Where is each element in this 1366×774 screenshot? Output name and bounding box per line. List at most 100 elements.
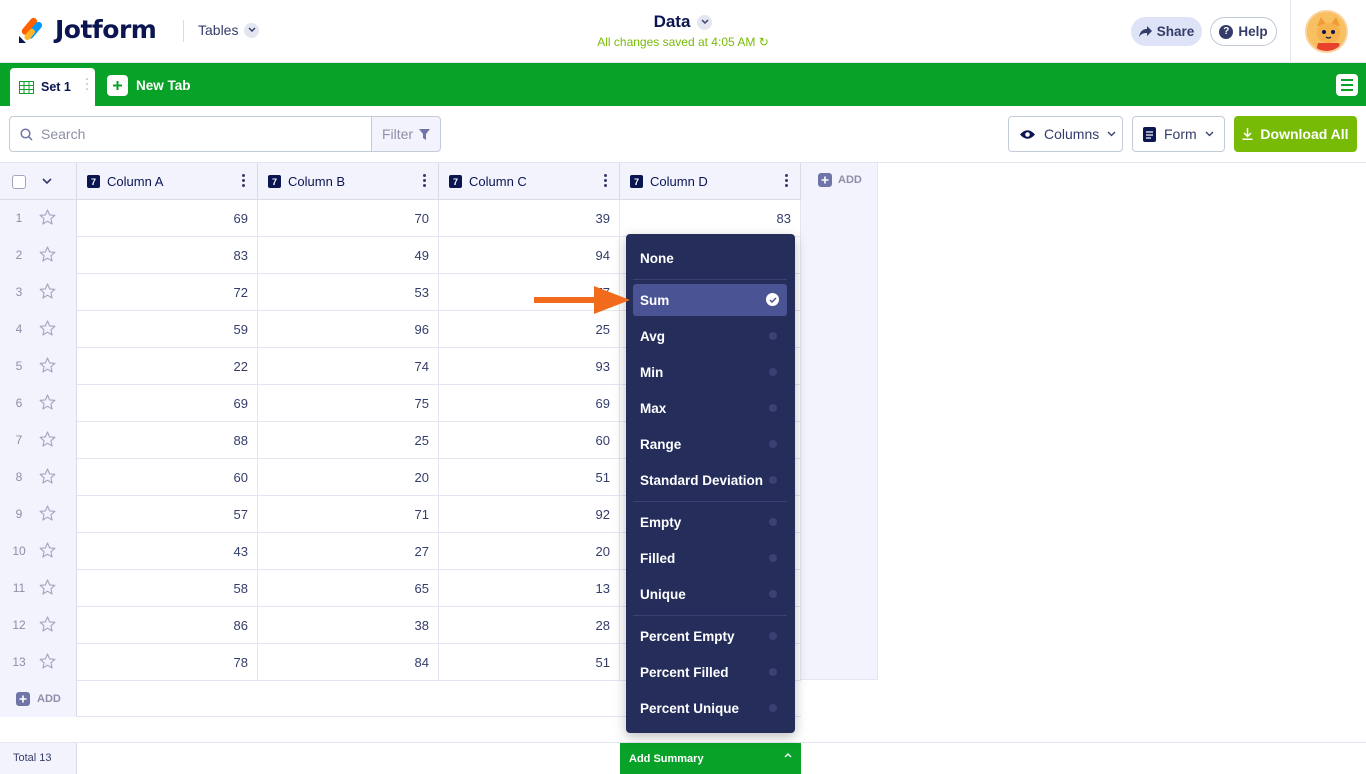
cell-column-c[interactable]: 51 bbox=[439, 459, 620, 496]
summary-option-empty[interactable]: Empty bbox=[633, 506, 787, 538]
add-column-button[interactable]: ADD bbox=[818, 173, 862, 187]
cell-column-b[interactable]: 49 bbox=[258, 237, 439, 274]
cell-column-b[interactable]: 27 bbox=[258, 533, 439, 570]
cell-column-b[interactable]: 20 bbox=[258, 459, 439, 496]
page-title[interactable]: Data bbox=[654, 12, 713, 32]
cell-column-a[interactable]: 69 bbox=[77, 385, 258, 422]
cell-column-a[interactable]: 58 bbox=[77, 570, 258, 607]
star-icon[interactable] bbox=[39, 209, 56, 228]
cell-column-a[interactable]: 43 bbox=[77, 533, 258, 570]
star-icon[interactable] bbox=[39, 579, 56, 598]
cell-column-a[interactable]: 78 bbox=[77, 644, 258, 681]
row-number-cell: 6 bbox=[0, 385, 77, 422]
tab-options-icon[interactable]: · · · bbox=[85, 75, 89, 96]
search-input[interactable]: Search bbox=[9, 116, 372, 152]
cell-column-a[interactable]: 57 bbox=[77, 496, 258, 533]
column-menu-icon[interactable] bbox=[785, 174, 788, 187]
cell-column-b[interactable]: 53 bbox=[258, 274, 439, 311]
cell-column-c[interactable]: 13 bbox=[439, 570, 620, 607]
cell-column-c[interactable]: 39 bbox=[439, 200, 620, 237]
cell-column-c[interactable]: 69 bbox=[439, 385, 620, 422]
filter-button[interactable]: Filter bbox=[371, 116, 441, 152]
cell-column-c[interactable]: 20 bbox=[439, 533, 620, 570]
column-header-d[interactable]: 7 Column D bbox=[620, 163, 801, 200]
star-icon[interactable] bbox=[39, 283, 56, 302]
select-all-checkbox[interactable] bbox=[12, 174, 26, 189]
cell-column-a[interactable]: 72 bbox=[77, 274, 258, 311]
summary-option-sum[interactable]: Sum bbox=[633, 284, 787, 316]
cell-column-b[interactable]: 70 bbox=[258, 200, 439, 237]
download-all-button[interactable]: Download All bbox=[1234, 116, 1357, 152]
star-icon[interactable] bbox=[39, 468, 56, 487]
cell-column-a[interactable]: 86 bbox=[77, 607, 258, 644]
cell-column-b[interactable]: 74 bbox=[258, 348, 439, 385]
summary-option-percent-unique[interactable]: Percent Unique bbox=[633, 692, 787, 724]
cell-column-c[interactable]: 60 bbox=[439, 422, 620, 459]
tables-dropdown[interactable]: Tables bbox=[198, 22, 260, 38]
column-menu-icon[interactable] bbox=[423, 174, 426, 187]
star-icon[interactable] bbox=[39, 542, 56, 561]
star-icon[interactable] bbox=[39, 357, 56, 376]
eye-icon bbox=[1020, 129, 1035, 139]
summary-option-range[interactable]: Range bbox=[633, 428, 787, 460]
summary-option-min[interactable]: Min bbox=[633, 356, 787, 388]
help-button[interactable]: ? Help bbox=[1210, 17, 1277, 46]
star-icon[interactable] bbox=[39, 616, 56, 635]
cell-column-c[interactable]: 28 bbox=[439, 607, 620, 644]
tab-set-1[interactable]: Set 1 · · · bbox=[10, 68, 95, 106]
summary-option-percent-filled[interactable]: Percent Filled bbox=[633, 656, 787, 688]
column-menu-icon[interactable] bbox=[242, 174, 245, 187]
summary-option-label: Filled bbox=[640, 551, 676, 566]
table-row[interactable]: 1 69 70 39 83 bbox=[0, 200, 801, 237]
column-menu-icon[interactable] bbox=[604, 174, 607, 187]
columns-button[interactable]: Columns bbox=[1008, 116, 1123, 152]
summary-option-max[interactable]: Max bbox=[633, 392, 787, 424]
radio-dot-icon bbox=[769, 554, 777, 562]
cell-column-a[interactable]: 83 bbox=[77, 237, 258, 274]
cell-column-b[interactable]: 65 bbox=[258, 570, 439, 607]
summary-option-filled[interactable]: Filled bbox=[633, 542, 787, 574]
add-summary-button[interactable]: Add Summary bbox=[620, 743, 801, 774]
cell-column-a[interactable]: 59 bbox=[77, 311, 258, 348]
star-icon[interactable] bbox=[39, 394, 56, 413]
cell-column-c[interactable]: 51 bbox=[439, 644, 620, 681]
cell-column-a[interactable]: 88 bbox=[77, 422, 258, 459]
row-number-cell: 12 bbox=[0, 607, 77, 644]
jotform-logo[interactable]: Jotform bbox=[17, 14, 157, 44]
hamburger-menu-icon[interactable] bbox=[1336, 74, 1358, 96]
star-icon[interactable] bbox=[39, 320, 56, 339]
summary-option-standard-deviation[interactable]: Standard Deviation bbox=[633, 464, 787, 496]
share-button[interactable]: Share bbox=[1131, 17, 1202, 46]
cell-column-b[interactable]: 38 bbox=[258, 607, 439, 644]
cell-column-d[interactable]: 83 bbox=[620, 200, 801, 237]
cell-column-b[interactable]: 96 bbox=[258, 311, 439, 348]
cell-column-c[interactable]: 92 bbox=[439, 496, 620, 533]
cell-column-c[interactable]: 25 bbox=[439, 311, 620, 348]
star-icon[interactable] bbox=[39, 505, 56, 524]
chevron-down-icon[interactable] bbox=[42, 178, 52, 185]
avatar[interactable] bbox=[1305, 10, 1348, 53]
cell-column-c[interactable]: 94 bbox=[439, 237, 620, 274]
cell-column-a[interactable]: 69 bbox=[77, 200, 258, 237]
summary-option-none[interactable]: None bbox=[633, 242, 787, 274]
cell-column-b[interactable]: 75 bbox=[258, 385, 439, 422]
column-header-a[interactable]: 7 Column A bbox=[77, 163, 258, 200]
cell-column-a[interactable]: 22 bbox=[77, 348, 258, 385]
cell-column-b[interactable]: 71 bbox=[258, 496, 439, 533]
star-icon[interactable] bbox=[39, 431, 56, 450]
cell-column-a[interactable]: 60 bbox=[77, 459, 258, 496]
summary-option-percent-empty[interactable]: Percent Empty bbox=[633, 620, 787, 652]
column-header-b[interactable]: 7 Column B bbox=[258, 163, 439, 200]
cell-column-c[interactable]: 93 bbox=[439, 348, 620, 385]
cell-column-b[interactable]: 25 bbox=[258, 422, 439, 459]
summary-option-avg[interactable]: Avg bbox=[633, 320, 787, 352]
add-row-button[interactable]: ADD bbox=[0, 680, 77, 717]
star-icon[interactable] bbox=[39, 653, 56, 672]
new-tab-button[interactable]: New Tab bbox=[107, 75, 191, 96]
form-button[interactable]: Form bbox=[1132, 116, 1225, 152]
summary-option-unique[interactable]: Unique bbox=[633, 578, 787, 610]
column-header-c[interactable]: 7 Column C bbox=[439, 163, 620, 200]
cell-column-b[interactable]: 84 bbox=[258, 644, 439, 681]
star-icon[interactable] bbox=[39, 246, 56, 265]
summary-option-label: Sum bbox=[640, 293, 670, 308]
